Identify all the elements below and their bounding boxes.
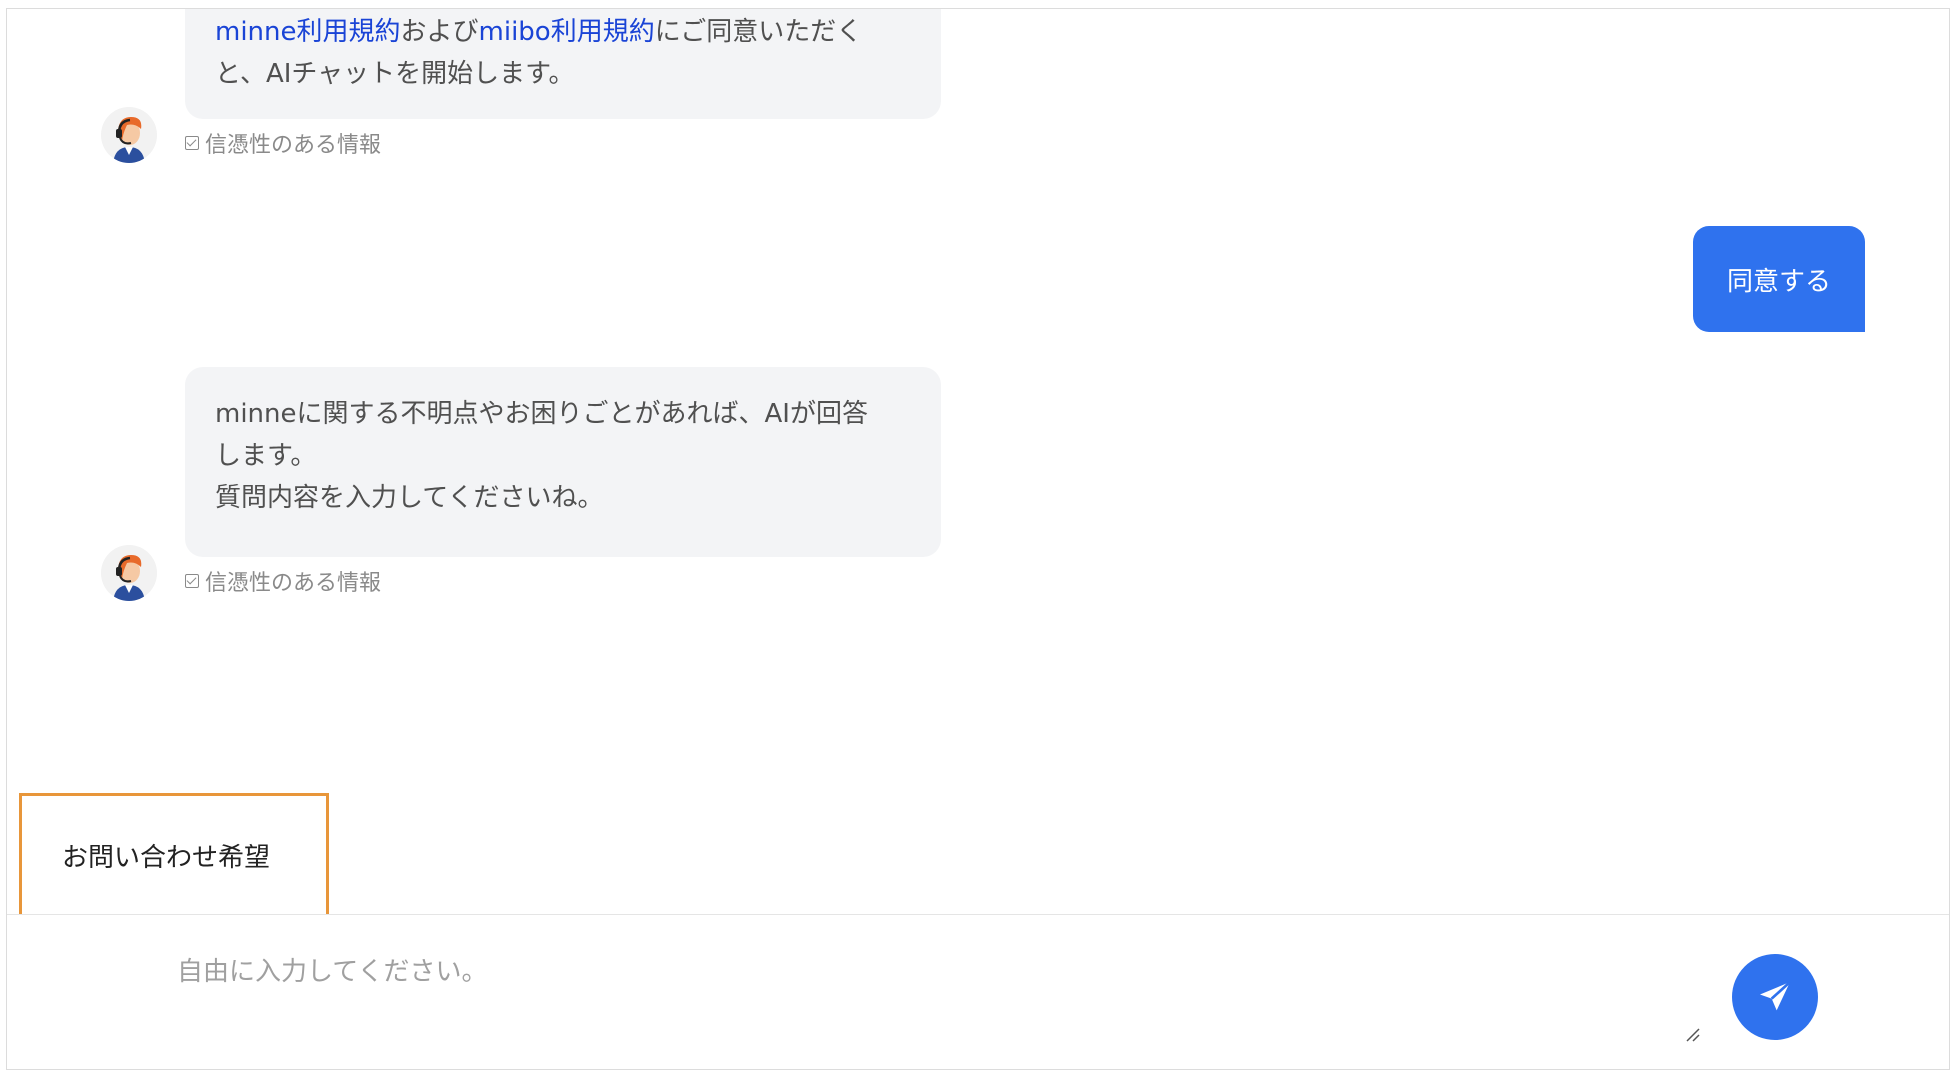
support-agent-avatar-icon	[101, 107, 157, 163]
bot-message-line: 質問内容を入力してくださいね。	[215, 483, 604, 513]
send-button[interactable]	[1732, 954, 1818, 1040]
terms-consent-text: にご同意いただく	[654, 17, 863, 47]
quick-reply-contact-button[interactable]: お問い合わせ希望	[19, 793, 329, 917]
bot-message-bubble: minneに関する不明点やお困りごとがあれば、AIが回答 します。 質問内容を入…	[185, 367, 941, 557]
credibility-label: 信憑性のある情報	[185, 127, 381, 159]
paper-plane-send-icon	[1760, 981, 1791, 1011]
bot-message-line: minneに関する不明点やお困りごとがあれば、AIが回答	[215, 399, 868, 429]
miibo-terms-link[interactable]: miibo利用規約	[479, 17, 655, 47]
chat-window: minne利用規約およびmiibo利用規約にご同意いただく と、AIチャットを開…	[6, 8, 1950, 1070]
check-box-icon	[185, 136, 199, 150]
support-agent-avatar-icon	[101, 545, 157, 601]
bot-message-line: minne利用規約およびmiibo利用規約にご同意いただく	[215, 11, 911, 53]
user-message-text: 同意する	[1726, 266, 1831, 297]
check-box-icon	[185, 574, 199, 588]
minne-terms-link[interactable]: minne利用規約	[215, 17, 401, 47]
credibility-label: 信憑性のある情報	[185, 565, 381, 597]
user-message-bubble: 同意する	[1693, 226, 1865, 332]
bot-message-line: と、AIチャットを開始します。	[215, 59, 575, 89]
message-input[interactable]	[147, 951, 1777, 1061]
bot-message-line: します。	[215, 441, 317, 471]
credibility-text: 信憑性のある情報	[205, 133, 382, 158]
message-input-bar	[7, 914, 1949, 1069]
terms-connector-text: および	[400, 17, 479, 47]
bot-message-bubble: minne利用規約およびmiibo利用規約にご同意いただく と、AIチャットを開…	[185, 9, 941, 119]
quick-reply-label: お問い合わせ希望	[62, 842, 271, 873]
credibility-text: 信憑性のある情報	[205, 571, 382, 596]
resize-grip-icon[interactable]	[1685, 1027, 1701, 1043]
